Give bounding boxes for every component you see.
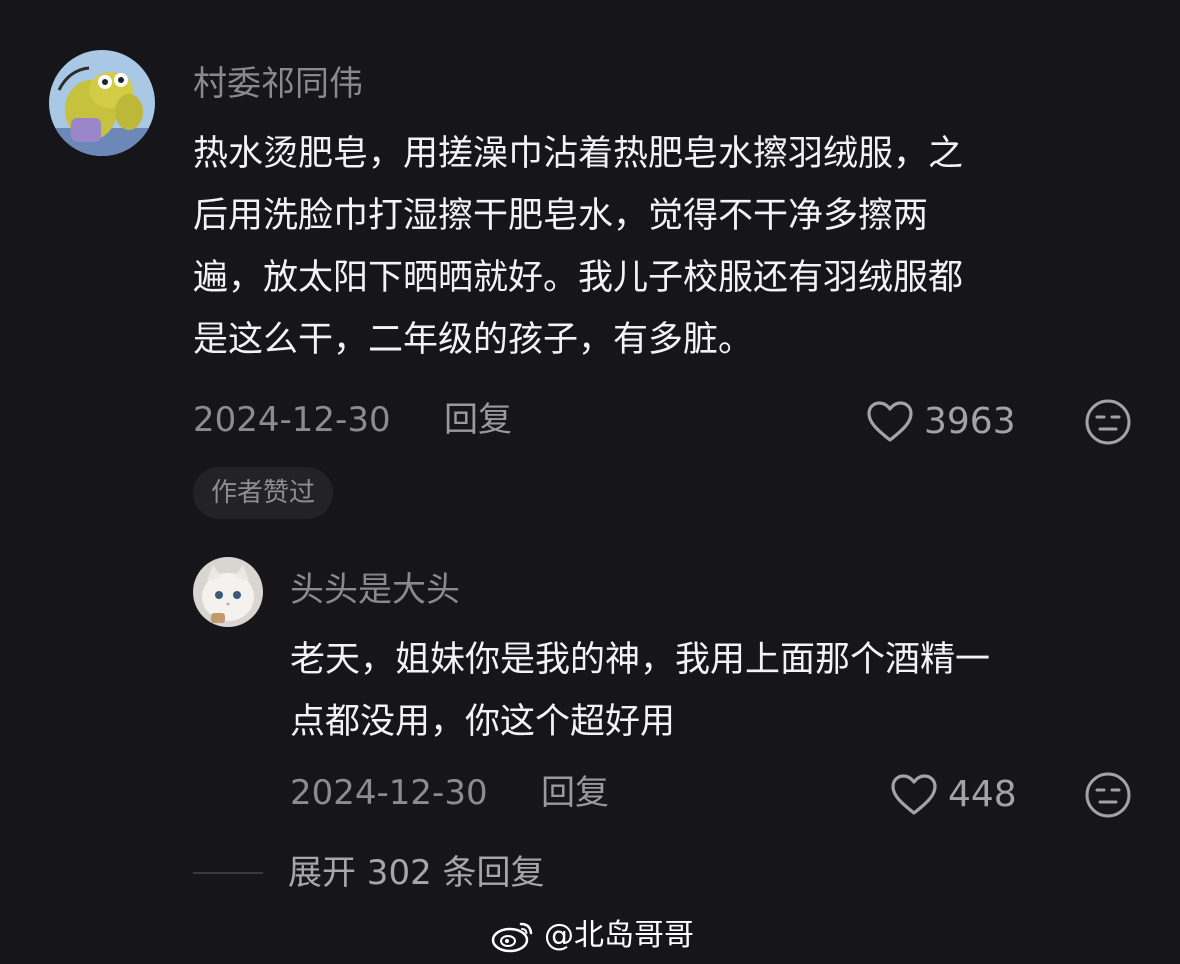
author-liked-badge: 作者赞过 xyxy=(193,467,334,519)
frog-avatar-image xyxy=(49,50,155,156)
commenter-username[interactable]: 村委祁同伟 xyxy=(193,64,363,104)
replier-username[interactable]: 头头是大头 xyxy=(290,570,460,610)
reply-line: 老天，姐妹你是我的神，我用上面那个酒精一 xyxy=(290,640,991,680)
dislike-face-icon xyxy=(1085,399,1131,445)
replier-avatar[interactable] xyxy=(193,557,263,627)
comment-like-count: 3963 xyxy=(924,401,1016,442)
comment-date: 2024-12-30 xyxy=(193,400,391,440)
heart-icon xyxy=(891,774,937,815)
heart-icon xyxy=(867,401,913,442)
reply-reply-button[interactable]: 回复 xyxy=(541,773,609,813)
expand-divider xyxy=(193,872,263,874)
reply-dislike-button[interactable] xyxy=(1084,771,1132,819)
dislike-face-icon xyxy=(1085,772,1131,818)
expand-replies-button[interactable]: 展开 302 条回复 xyxy=(288,853,545,893)
comment-line: 热水烫肥皂，用搓澡巾沾着热肥皂水擦羽绒服，之 xyxy=(193,134,964,174)
reply-like-button[interactable]: 448 xyxy=(890,773,1017,817)
reply-date: 2024-12-30 xyxy=(290,773,488,813)
reply-like-count: 448 xyxy=(948,774,1017,815)
cat-avatar-image xyxy=(193,557,263,627)
comment-line: 遍，放太阳下晒晒就好。我儿子校服还有羽绒服都 xyxy=(193,258,964,298)
comment-like-button[interactable]: 3963 xyxy=(866,400,1016,444)
reply-line: 点都没用，你这个超好用 xyxy=(290,702,676,742)
watermark-text: @北岛哥哥 xyxy=(544,918,694,953)
commenter-avatar[interactable] xyxy=(49,50,155,156)
weibo-logo-icon xyxy=(491,922,533,953)
reply-body: 老天，姐妹你是我的神，我用上面那个酒精一 点都没用，你这个超好用 xyxy=(290,629,1150,753)
comment-body: 热水烫肥皂，用搓澡巾沾着热肥皂水擦羽绒服，之 后用洗脸巾打湿擦干肥皂水，觉得不干… xyxy=(193,123,1133,371)
comment-line: 是这么干，二年级的孩子，有多脏。 xyxy=(193,320,754,360)
comment-dislike-button[interactable] xyxy=(1084,398,1132,446)
comment-reply-button[interactable]: 回复 xyxy=(444,400,512,440)
weibo-watermark: @北岛哥哥 xyxy=(490,918,694,954)
comment-line: 后用洗脸巾打湿擦干肥皂水，觉得不干净多擦两 xyxy=(193,196,929,236)
